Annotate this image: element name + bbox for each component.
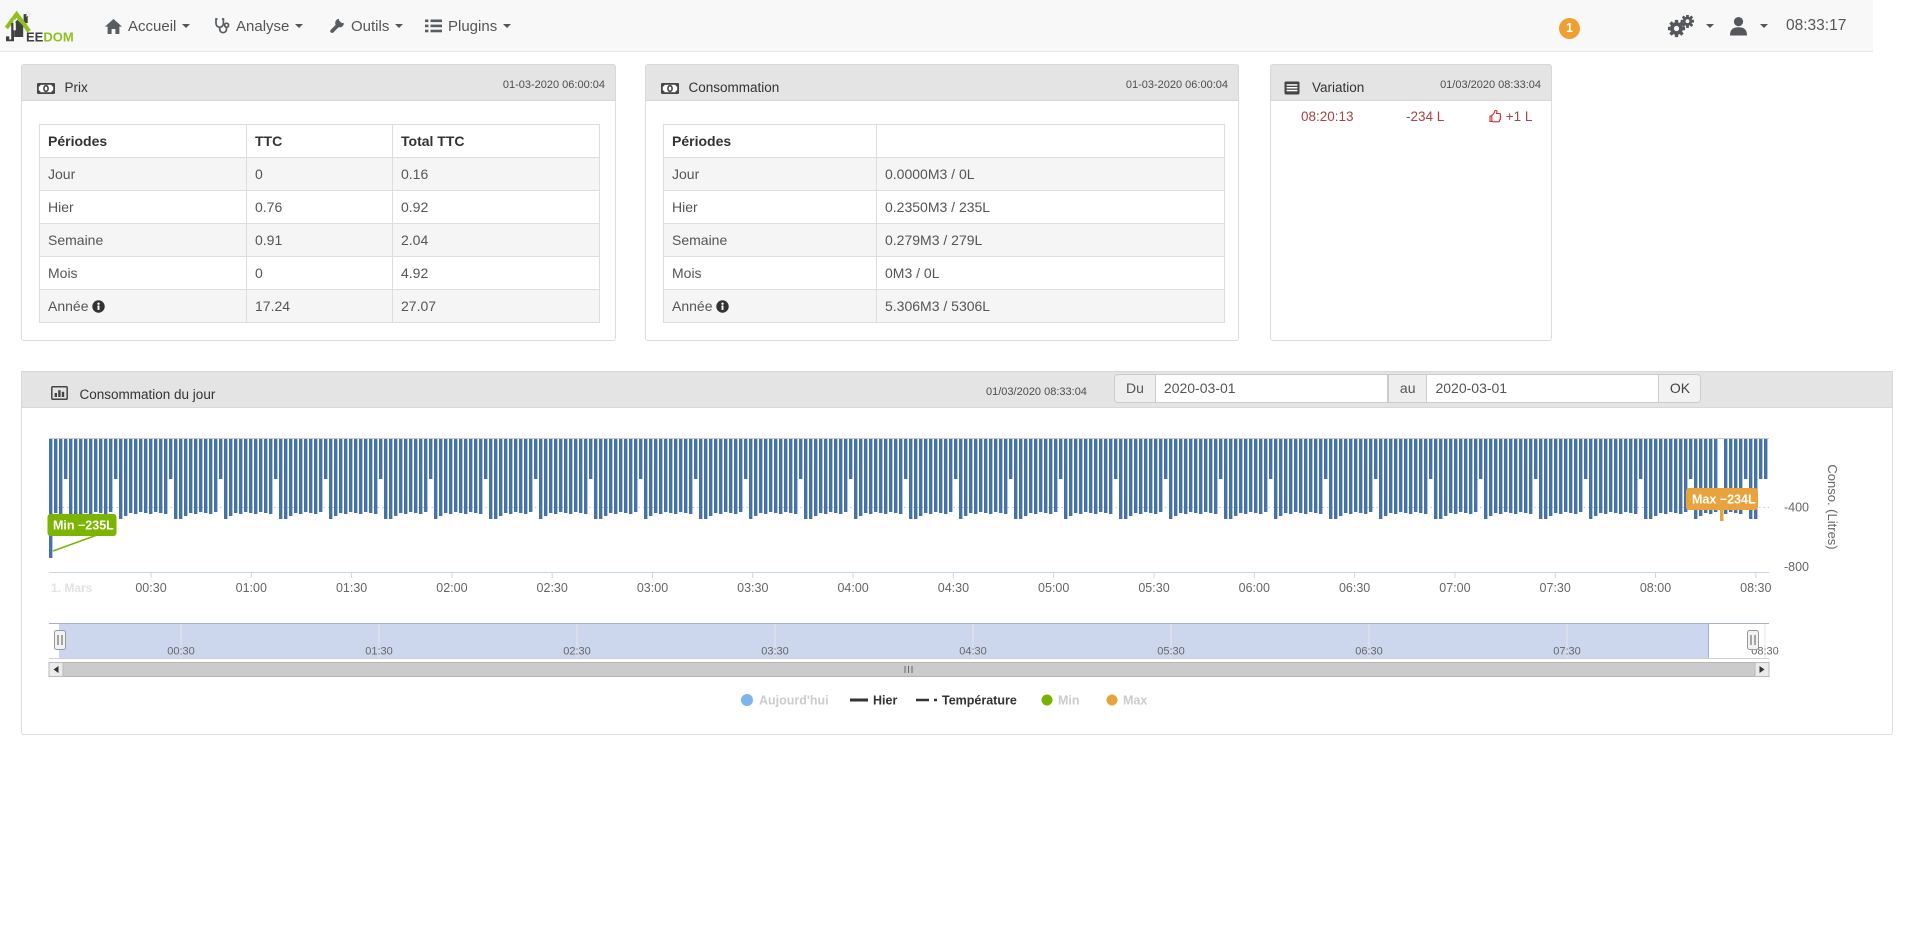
svg-text:-800: -800 (1784, 560, 1809, 574)
svg-text:08:00: 08:00 (1640, 581, 1671, 595)
svg-text:00:30: 00:30 (167, 646, 195, 658)
svg-text:04:30: 04:30 (959, 646, 987, 658)
svg-text:Min: Min (1058, 694, 1080, 708)
svg-text:08:30: 08:30 (1740, 581, 1771, 595)
svg-text:04:30: 04:30 (938, 581, 969, 595)
svg-text:Aujourd'hui: Aujourd'hui (759, 694, 829, 708)
svg-text:04:00: 04:00 (837, 581, 868, 595)
svg-text:DOM: DOM (43, 30, 73, 45)
svg-text:01:30: 01:30 (336, 581, 367, 595)
svg-text:EE: EE (26, 30, 44, 45)
svg-text:01:00: 01:00 (236, 581, 267, 595)
svg-text:06:00: 06:00 (1239, 581, 1270, 595)
svg-text:02:30: 02:30 (563, 646, 591, 658)
svg-text:00:30: 00:30 (135, 581, 166, 595)
svg-text:01:30: 01:30 (365, 646, 393, 658)
svg-text:06:30: 06:30 (1339, 581, 1370, 595)
svg-text:05:30: 05:30 (1138, 581, 1169, 595)
svg-text:03:00: 03:00 (637, 581, 668, 595)
svg-text:Max: Max (1123, 694, 1147, 708)
svg-text:-400: -400 (1784, 501, 1809, 515)
svg-text:Température: Température (942, 694, 1017, 708)
svg-text:05:00: 05:00 (1038, 581, 1069, 595)
svg-text:03:30: 03:30 (737, 581, 768, 595)
svg-text:Hier: Hier (873, 694, 897, 708)
svg-text:Conso. (Litres): Conso. (Litres) (1825, 464, 1840, 549)
svg-text:03:30: 03:30 (761, 646, 789, 658)
svg-text:02:30: 02:30 (537, 581, 568, 595)
svg-text:Min −235L: Min −235L (53, 519, 114, 533)
svg-text:02:00: 02:00 (436, 581, 467, 595)
svg-text:07:00: 07:00 (1439, 581, 1470, 595)
svg-text:1. Mars: 1. Mars (51, 581, 93, 595)
svg-text:07:30: 07:30 (1540, 581, 1571, 595)
svg-text:07:30: 07:30 (1553, 646, 1581, 658)
svg-text:06:30: 06:30 (1355, 646, 1383, 658)
svg-text:Max −234L: Max −234L (1692, 493, 1756, 507)
svg-text:05:30: 05:30 (1157, 646, 1185, 658)
